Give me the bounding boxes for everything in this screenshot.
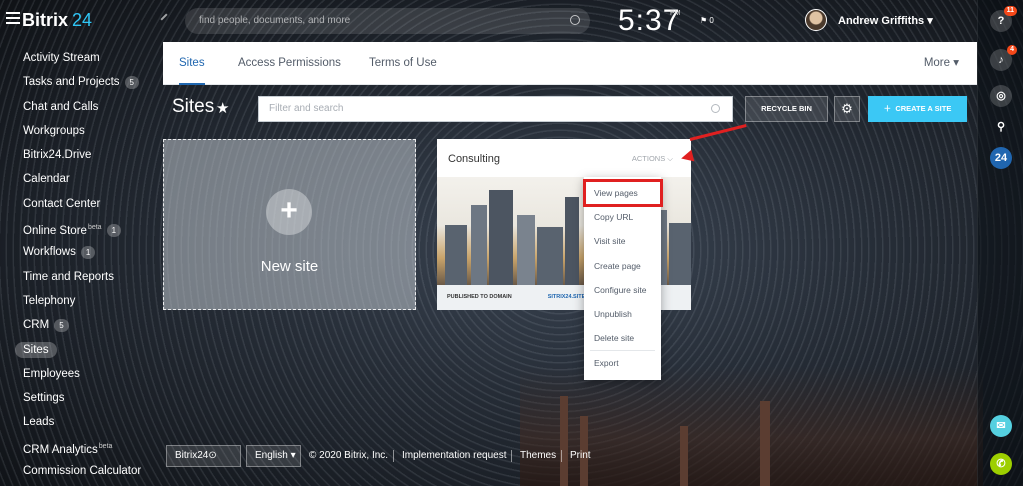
clock-suffix: PM <box>670 10 681 17</box>
menu-item-calendar[interactable]: Calendar <box>0 167 150 191</box>
page-title: Sites <box>172 96 215 117</box>
implementation-request-link[interactable]: Implementation request <box>402 450 507 461</box>
header-left: Bitrix 24 <box>0 0 160 42</box>
dropdown-item-unpublish[interactable]: Unpublish <box>594 309 632 319</box>
right-sidebar: ? 11 ♪ 4 ◎ ⚲ 24 ✉ ✆ <box>977 0 1023 486</box>
filter-search-input[interactable]: Filter and search <box>258 96 733 122</box>
dropdown-item-delete-site[interactable]: Delete site <box>594 333 634 343</box>
brand-button[interactable]: Bitrix24⊙ <box>166 445 241 467</box>
user-name[interactable]: Andrew Griffiths ▾ <box>838 14 933 27</box>
menu-item-crm-analytics[interactable]: CRM Analyticsbeta <box>0 435 150 459</box>
copyright: © 2020 Bitrix, Inc. <box>309 450 389 461</box>
menu-item-telephony[interactable]: Telephony <box>0 289 150 313</box>
tabs-bar: Sites Access Permissions Terms of Use Mo… <box>163 42 977 85</box>
dropdown-item-export[interactable]: Export <box>594 358 619 368</box>
menu-item-activity-stream[interactable]: Activity Stream <box>0 46 150 70</box>
menu-item-leads[interactable]: Leads <box>0 410 150 434</box>
site-title: Consulting <box>448 153 500 165</box>
menu-item-time-reports[interactable]: Time and Reports <box>0 265 150 289</box>
menu-item-online-store[interactable]: Online Storebeta 1 <box>0 216 150 240</box>
global-search-input[interactable]: find people, documents, and more <box>185 8 590 34</box>
counter-badge: 5 <box>124 75 139 89</box>
plus-icon: + <box>266 189 312 235</box>
themes-link[interactable]: Themes <box>520 450 556 461</box>
menu-item-employees[interactable]: Employees <box>0 362 150 386</box>
dropdown-divider <box>590 350 655 351</box>
tower-shape <box>760 401 770 486</box>
tab-access-permissions[interactable]: Access Permissions <box>238 42 341 85</box>
create-site-button[interactable]: ＋ CREATE A SITE <box>868 96 967 122</box>
footer-divider <box>511 450 512 462</box>
tower-shape <box>680 426 688 486</box>
menu-burger-icon[interactable] <box>6 12 20 24</box>
menu-item-contact-center[interactable]: Contact Center <box>0 192 150 216</box>
tab-sites[interactable]: Sites <box>179 42 205 85</box>
counter-badge: 5 <box>54 318 69 332</box>
bitrix24-icon[interactable]: 24 <box>990 147 1012 169</box>
highlight-box <box>583 179 663 207</box>
print-link[interactable]: Print <box>570 450 591 461</box>
recycle-bin-button[interactable]: RECYCLE BIN <box>745 96 828 122</box>
star-icon[interactable]: ★ <box>216 99 229 117</box>
counter-badge: 1 <box>80 245 96 259</box>
menu-item-settings[interactable]: Settings <box>0 386 150 410</box>
help-icon[interactable]: ? 11 <box>990 6 1017 32</box>
menu-item-drive[interactable]: Bitrix24.Drive <box>0 143 150 167</box>
dropdown-item-create-page[interactable]: Create page <box>594 261 641 271</box>
domain-link[interactable]: SITRIX24.SITE <box>548 294 586 300</box>
dropdown-item-visit-site[interactable]: Visit site <box>594 236 626 246</box>
bell-badge: 4 <box>1007 45 1017 55</box>
tower-shape <box>560 396 568 486</box>
actions-menu[interactable]: ACTIONS ⌵ <box>632 154 673 164</box>
footer-divider <box>393 450 394 462</box>
menu-item-commission-calculator[interactable]: Commission Calculator <box>0 459 150 483</box>
chat-icon[interactable]: ◎ <box>990 85 1012 107</box>
flag-counter[interactable]: ⚑ 0 <box>700 16 714 25</box>
phone-icon[interactable]: ✆ <box>990 453 1012 475</box>
search-icon <box>711 104 720 113</box>
menu-item-workflows[interactable]: Workflows 1 <box>0 240 150 264</box>
left-menu: Activity Stream Tasks and Projects 5 Chat… <box>0 46 150 483</box>
footer-divider <box>561 450 562 462</box>
new-site-tile[interactable]: + New site <box>163 139 416 310</box>
tab-terms-of-use[interactable]: Terms of Use <box>369 42 437 85</box>
app-logo[interactable]: Bitrix 24 <box>22 10 92 31</box>
settings-gear-button[interactable]: ⚙ <box>834 96 860 122</box>
avatar[interactable] <box>805 9 827 31</box>
bell-icon[interactable]: ♪ 4 <box>990 45 1017 71</box>
menu-item-workgroups[interactable]: Workgroups <box>0 119 150 143</box>
menu-item-tasks[interactable]: Tasks and Projects 5 <box>0 70 150 94</box>
ground-silhouette <box>520 366 983 486</box>
help-badge: 11 <box>1003 6 1017 16</box>
menu-item-crm[interactable]: CRM 5 <box>0 313 150 337</box>
new-site-label: New site <box>260 258 319 275</box>
search-icon[interactable]: ⚲ <box>990 116 1012 138</box>
menu-item-chat[interactable]: Chat and Calls <box>0 95 150 119</box>
gear-icon: ⚙ <box>841 101 853 116</box>
dropdown-item-configure-site[interactable]: Configure site <box>594 285 646 295</box>
tab-more[interactable]: More ▾ <box>924 42 959 85</box>
counter-badge: 1 <box>106 224 122 238</box>
search-icon <box>570 15 580 25</box>
dropdown-item-copy-url[interactable]: Copy URL <box>594 212 633 222</box>
menu-item-sites[interactable]: Sites <box>0 338 150 362</box>
language-select[interactable]: English ▾ <box>246 445 301 467</box>
actions-dropdown: View pages Copy URL Visit site Create pa… <box>584 177 661 380</box>
open-channel-icon[interactable]: ✉ <box>990 415 1012 437</box>
